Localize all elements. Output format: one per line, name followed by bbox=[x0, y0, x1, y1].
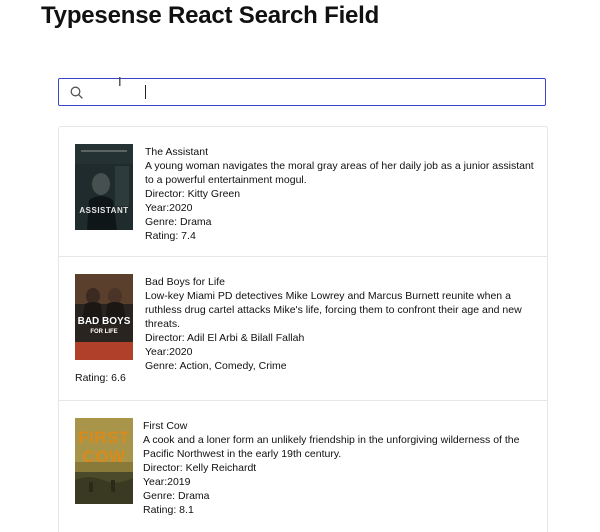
search-box[interactable] bbox=[58, 78, 546, 106]
movie-director: Director: Adil El Arbi & Bilall Fallah bbox=[145, 332, 305, 344]
search-results: ASSISTANT The Assistant A young woman na… bbox=[58, 126, 548, 532]
movie-title: Bad Boys for Life bbox=[145, 276, 225, 288]
result-item[interactable]: ASSISTANT The Assistant A young woman na… bbox=[59, 127, 547, 257]
poster-subtitle: FOR LIFE bbox=[90, 329, 118, 335]
text-cursor-icon: I bbox=[118, 74, 122, 89]
poster-title: ASSISTANT bbox=[79, 206, 129, 215]
movie-poster: BAD BOYS FOR LIFE bbox=[75, 274, 133, 360]
movie-year: Year:2019 bbox=[143, 476, 191, 488]
movie-year: Year:2020 bbox=[145, 346, 193, 358]
movie-poster: FIRST COW bbox=[75, 418, 133, 504]
result-item[interactable]: BAD BOYS FOR LIFE Bad Boys for Life Low-… bbox=[59, 257, 547, 401]
page: Typesense React Search Field I ASSISTANT… bbox=[0, 0, 600, 532]
movie-director: Director: Kelly Reichardt bbox=[143, 462, 257, 474]
movie-title: First Cow bbox=[143, 420, 188, 432]
movie-description: A young woman navigates the moral gray a… bbox=[145, 160, 534, 186]
poster-subtitle: COW bbox=[82, 447, 126, 466]
page-title: Typesense React Search Field bbox=[41, 2, 380, 29]
movie-genre: Genre: Drama bbox=[143, 490, 210, 502]
movie-poster: ASSISTANT bbox=[75, 144, 133, 230]
movie-genre: Genre: Drama bbox=[145, 216, 212, 228]
search-input[interactable] bbox=[90, 81, 545, 103]
movie-rating: Rating: 6.6 bbox=[75, 372, 126, 384]
text-caret bbox=[145, 85, 146, 99]
movie-genre: Genre: Action, Comedy, Crime bbox=[145, 360, 287, 372]
movie-title: The Assistant bbox=[145, 146, 209, 158]
movie-year: Year:2020 bbox=[145, 202, 193, 214]
movie-description: A cook and a loner form an unlikely frie… bbox=[143, 434, 520, 460]
movie-rating: Rating: 8.1 bbox=[143, 504, 194, 516]
result-item[interactable]: FIRST COW First Cow A cook and a loner f… bbox=[59, 401, 547, 532]
movie-rating: Rating: 7.4 bbox=[145, 230, 196, 242]
poster-title: FIRST bbox=[78, 428, 130, 447]
movie-description: Low-key Miami PD detectives Mike Lowrey … bbox=[145, 290, 522, 330]
poster-title: BAD BOYS bbox=[77, 316, 131, 327]
movie-director: Director: Kitty Green bbox=[145, 188, 241, 200]
search-icon bbox=[68, 84, 84, 100]
